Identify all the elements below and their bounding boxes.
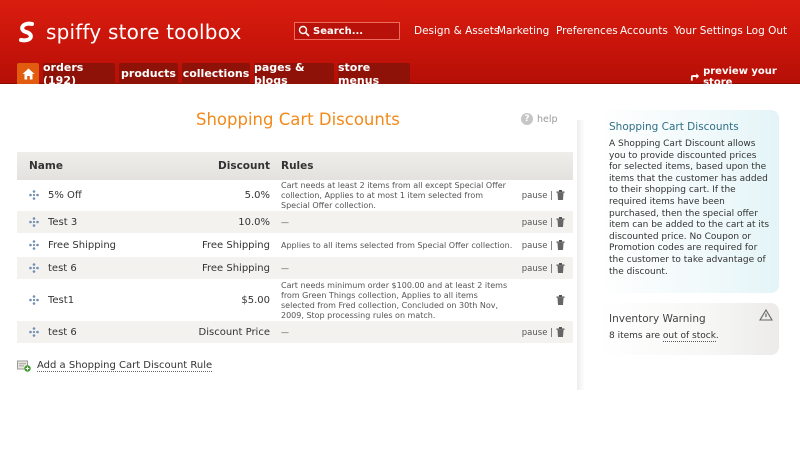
add-rule-label: Add a Shopping Cart Discount Rule (37, 360, 213, 372)
pause-link[interactable]: pause | (522, 218, 553, 228)
add-discount-rule-link[interactable]: Add a Shopping Cart Discount Rule (17, 360, 213, 372)
table-row[interactable]: Free Shipping Free Shipping Applies to a… (17, 234, 573, 257)
discounts-table: Name Discount Rules 5% Off 5.0% Cart nee… (17, 152, 573, 344)
pause-link[interactable]: pause | (522, 241, 553, 251)
tab-store-menus[interactable]: store menus (338, 61, 410, 87)
help-icon: ? (521, 113, 533, 125)
sidebar-divider (577, 120, 585, 390)
nav-marketing[interactable]: Marketing (497, 25, 549, 37)
column-header-name[interactable]: Name (29, 160, 63, 172)
nav-log-out[interactable]: Log Out (746, 25, 787, 37)
inventory-period: . (715, 331, 719, 341)
pause-link[interactable]: pause | (522, 191, 553, 201)
column-header-discount[interactable]: Discount (218, 160, 270, 172)
tab-pages-blogs[interactable]: pages & blogs (254, 61, 334, 87)
pause-link[interactable]: pause | (522, 264, 553, 274)
rule-discount: $5.00 (241, 295, 270, 306)
trash-icon[interactable] (556, 190, 565, 200)
column-header-rules[interactable]: Rules (281, 160, 314, 172)
tab-home[interactable] (17, 63, 39, 84)
inventory-count-text: 8 items are (609, 331, 663, 341)
drag-handle-icon[interactable] (29, 240, 39, 250)
rule-discount: Free Shipping (201, 240, 270, 251)
help-link[interactable]: ? help (521, 113, 558, 125)
trash-icon[interactable] (556, 263, 565, 273)
nav-your-settings[interactable]: Your Settings (674, 25, 743, 37)
rule-name[interactable]: Test1 (48, 295, 74, 306)
rule-name[interactable]: 5% Off (48, 190, 82, 201)
trash-icon[interactable] (556, 295, 565, 305)
add-rule-icon (17, 360, 31, 372)
rule-discount: Discount Price (198, 327, 270, 338)
inventory-text: 8 items are out of stock. (609, 331, 771, 343)
inventory-title: Inventory Warning (609, 313, 706, 325)
nav-preferences[interactable]: Preferences (556, 25, 618, 37)
table-row[interactable]: Test1 $5.00 Cart needs minimum order $10… (17, 280, 573, 321)
drag-handle-icon[interactable] (29, 327, 39, 337)
nav-accounts[interactable]: Accounts (620, 25, 668, 37)
discount-info-panel: Shopping Cart Discounts A Shopping Cart … (599, 110, 779, 293)
rule-name[interactable]: test 6 (48, 327, 77, 338)
panel-title: Shopping Cart Discounts (609, 121, 739, 133)
rule-discount: 10.0% (238, 217, 270, 228)
rule-description: Cart needs minimum order $100.00 and at … (281, 281, 508, 320)
drag-handle-icon[interactable] (29, 190, 39, 200)
drag-handle-icon[interactable] (29, 217, 39, 227)
trash-icon[interactable] (556, 217, 565, 227)
drag-handle-icon[interactable] (29, 263, 39, 273)
app-header: spiffy store toolbox Design & Assets Mar… (0, 0, 800, 88)
home-icon (22, 68, 34, 79)
rule-description: — (281, 328, 289, 337)
help-label: help (537, 113, 558, 125)
drag-handle-icon[interactable] (29, 295, 39, 305)
trash-icon[interactable] (556, 327, 565, 337)
pause-link[interactable]: pause | (522, 328, 553, 338)
nav-design-assets[interactable]: Design & Assets (414, 25, 499, 37)
tab-orders[interactable]: orders (192) (43, 61, 115, 87)
table-row[interactable]: 5% Off 5.0% Cart needs at least 2 items … (17, 180, 573, 211)
rule-description: Applies to all items selected from Speci… (281, 241, 513, 250)
trash-icon[interactable] (556, 240, 565, 250)
table-row[interactable]: test 6 Free Shipping — pause | (17, 257, 573, 280)
panel-description: A Shopping Cart Discount allows you to p… (609, 139, 770, 277)
warning-icon[interactable] (759, 309, 773, 321)
inventory-warning-panel: Inventory Warning 8 items are out of sto… (599, 303, 779, 355)
table-row[interactable]: test 6 Discount Price — pause | (17, 321, 573, 344)
rule-discount: 5.0% (244, 190, 270, 201)
preview-store-link[interactable]: preview your store (690, 66, 800, 88)
rule-name[interactable]: Test 3 (48, 217, 77, 228)
rule-name[interactable]: test 6 (48, 263, 77, 274)
rule-description: — (281, 264, 289, 273)
preview-arrow-icon (690, 73, 700, 81)
rule-discount: Free Shipping (201, 263, 270, 274)
table-row[interactable]: Test 3 10.0% — pause | (17, 211, 573, 234)
top-nav: Design & Assets Marketing Preferences Ac… (0, 25, 800, 39)
rule-name[interactable]: Free Shipping (48, 240, 116, 251)
tab-products[interactable]: products (119, 63, 178, 84)
preview-label: preview your store (703, 66, 777, 88)
out-of-stock-link[interactable]: out of stock (662, 331, 716, 342)
main-tabs: orders (192) products collections pages … (17, 61, 414, 87)
page-title: Shopping Cart Discounts (196, 110, 400, 129)
tab-collections[interactable]: collections (182, 63, 250, 84)
rule-description: Cart needs at least 2 items from all exc… (281, 181, 506, 210)
rule-description: — (281, 218, 289, 227)
table-header: Name Discount Rules (17, 152, 573, 180)
